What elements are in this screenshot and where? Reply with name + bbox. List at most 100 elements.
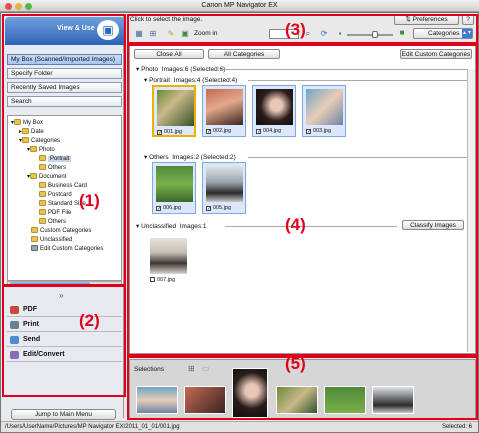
menu-specify-folder[interactable]: Specify Folder: [7, 68, 122, 79]
size-slider[interactable]: [347, 31, 393, 38]
close-all-button[interactable]: Close All: [134, 49, 204, 59]
refresh-icon[interactable]: ⟳: [319, 29, 329, 39]
edit-custom-categories-button[interactable]: Edit Custom Categories: [400, 49, 472, 59]
slider-knob[interactable]: [372, 31, 378, 38]
folder-icon: [22, 128, 30, 134]
zoom-label[interactable]: Zoom in: [194, 30, 217, 37]
status-bar: /Users/UserName/Pictures/MP Navigator EX…: [1, 421, 478, 432]
checkbox[interactable]: ✓: [157, 130, 162, 136]
callout-number-3: (3): [285, 20, 306, 39]
tree-item[interactable]: Others: [39, 164, 66, 172]
unclassified-section-header[interactable]: ▾ Unclassified Images:1: [136, 222, 207, 230]
menu-recently-saved[interactable]: Recently Saved Images: [7, 82, 122, 93]
tree-item[interactable]: Unclassified: [31, 236, 72, 244]
tree-item[interactable]: ▾ Document: [27, 173, 66, 181]
tree-item[interactable]: Custom Categories: [31, 227, 91, 235]
menu-search[interactable]: Search: [7, 96, 122, 107]
selections-label: Selections: [134, 366, 164, 373]
scroll-thumb[interactable]: [10, 282, 90, 286]
checkbox[interactable]: ✓: [306, 129, 311, 135]
tree-item[interactable]: ▸ Date: [19, 128, 44, 136]
close-window-icon[interactable]: [5, 3, 12, 10]
checkbox[interactable]: ✓: [256, 129, 261, 135]
selection-thumbnail[interactable]: [324, 386, 366, 414]
tree-horizontal-scrollbar[interactable]: [7, 281, 122, 287]
task-edit-convert[interactable]: Edit/Convert: [7, 348, 122, 362]
image-correct-icon[interactable]: ▣: [180, 29, 190, 39]
thumbnail[interactable]: ✓ 002.jpg: [202, 85, 246, 137]
zoom-window-icon[interactable]: [25, 3, 32, 10]
photo-image: [156, 166, 193, 202]
folder-icon: [39, 182, 46, 188]
thumbnail[interactable]: 007.jpg: [146, 234, 190, 286]
preferences-button[interactable]: ⇅ Preferences: [394, 14, 459, 25]
photo-image: [306, 89, 343, 125]
photo-image: [150, 238, 187, 274]
selection-thumbnail[interactable]: [136, 386, 178, 414]
tree-item[interactable]: ▾ Categories: [19, 137, 60, 145]
grid-view-icon[interactable]: ⊞: [188, 364, 195, 373]
photo-section-header[interactable]: ▾ Photo Images:6 (Selected:6): [136, 65, 225, 73]
photo-image: [206, 166, 243, 202]
list-view-icon[interactable]: ⊞: [148, 29, 158, 39]
divider: [225, 226, 397, 227]
small-image-icon: ▪: [338, 29, 342, 38]
photo-image: [206, 89, 243, 125]
task-send[interactable]: Send: [7, 333, 122, 347]
task-pdf[interactable]: PDF: [7, 303, 122, 317]
tree-item[interactable]: PDF File: [39, 209, 71, 217]
list-view-icon[interactable]: ▭: [202, 364, 210, 373]
tree-item[interactable]: ▾ My Box: [11, 119, 43, 127]
checkbox[interactable]: ✓: [156, 206, 161, 212]
selection-thumbnail-active[interactable]: [232, 368, 268, 418]
jump-to-main-menu-button[interactable]: Jump to Main Menu: [11, 409, 116, 420]
folder-icon: [31, 236, 38, 242]
tree-item[interactable]: Business Card: [39, 182, 87, 190]
thumbnail[interactable]: ✓ 004.jpg: [252, 85, 296, 137]
large-image-icon: ■: [399, 28, 405, 37]
photo-image: [256, 89, 293, 125]
tree-item[interactable]: ▾ Photo: [27, 146, 55, 154]
thumbnail[interactable]: ✓ 006.jpg: [152, 162, 196, 214]
tree-item[interactable]: Others: [39, 218, 66, 226]
checkbox[interactable]: ✓: [206, 206, 211, 212]
folder-icon: [30, 146, 38, 152]
view-use-header[interactable]: View & Use ▣: [5, 17, 125, 45]
minimize-window-icon[interactable]: [15, 3, 22, 10]
help-button[interactable]: ?: [462, 14, 474, 25]
mail-icon: [10, 336, 19, 344]
folder-icon: [39, 200, 46, 206]
tree-item[interactable]: Postcard: [39, 191, 72, 199]
thumbnail[interactable]: ✓ 005.jpg: [202, 162, 246, 214]
tree-item-selected[interactable]: Portrait: [39, 155, 72, 163]
selection-thumbnail[interactable]: [372, 386, 414, 414]
thumbnail[interactable]: ✓ 003.jpg: [302, 85, 346, 137]
dropdown-arrow-icon: ▲▼: [462, 29, 472, 38]
selection-thumbnail[interactable]: [276, 386, 318, 414]
printer-icon: [10, 321, 19, 329]
menu-my-box[interactable]: My Box (Scanned/Imported Images): [7, 54, 122, 65]
main-vertical-scrollbar[interactable]: [467, 69, 475, 352]
wand-icon[interactable]: ✎: [166, 29, 176, 39]
category-select[interactable]: Categories ▲▼: [413, 28, 473, 39]
grid-view-icon[interactable]: ▦: [134, 29, 144, 39]
checkbox[interactable]: [150, 277, 155, 282]
others-section-header[interactable]: ▾ Others Images:2 (Selected:2): [144, 153, 236, 161]
classify-images-button[interactable]: Classify Images: [402, 220, 464, 230]
divider: [248, 157, 470, 158]
tree-item[interactable]: Edit Custom Categories: [31, 245, 103, 253]
all-categories-button[interactable]: All Categories: [208, 49, 280, 59]
selected-count: Selected: 6: [441, 424, 472, 430]
folder-icon: [30, 173, 38, 179]
selection-thumbnail[interactable]: [184, 386, 226, 414]
folder-icon: [39, 164, 46, 170]
chevron-down-icon[interactable]: »: [59, 291, 63, 300]
title-bar: Canon MP Navigator EX: [0, 0, 479, 12]
file-path: /Users/UserName/Pictures/MP Navigator EX…: [5, 424, 180, 430]
edit-categories-icon: [31, 245, 38, 251]
portrait-section-header[interactable]: ▾ Portrait Images:4 (Selected:4): [144, 76, 237, 84]
task-print[interactable]: Print: [7, 318, 122, 332]
checkbox[interactable]: ✓: [206, 129, 211, 135]
thumbnail[interactable]: ✓ 001.jpg: [152, 85, 196, 137]
monitor-icon: ▣: [97, 20, 119, 40]
